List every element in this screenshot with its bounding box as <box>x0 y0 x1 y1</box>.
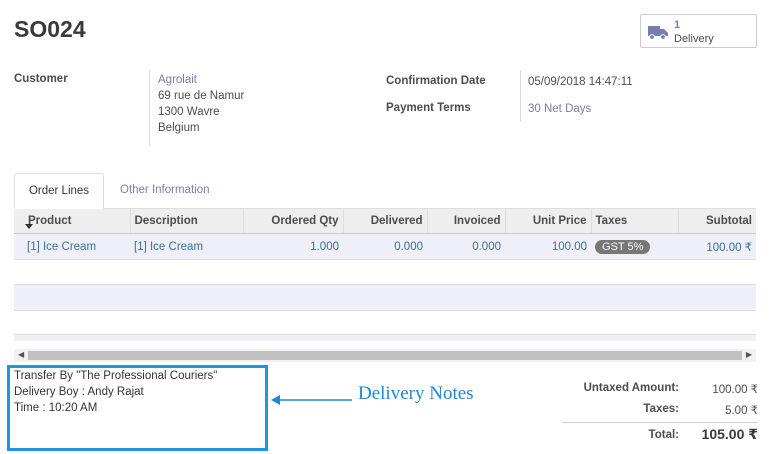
column-header-unit-price[interactable]: Unit Price <box>504 209 591 234</box>
payment-terms-link[interactable]: 30 Net Days <box>528 103 591 115</box>
address-line: 1300 Wavre <box>158 106 220 118</box>
cell-delivered[interactable]: 0.000 <box>343 233 427 259</box>
horizontal-scrollbar[interactable]: ◀ ▶ <box>14 349 756 362</box>
table-header-row: Product Description Ordered Qty Delivere… <box>14 209 756 234</box>
row-divider <box>14 259 756 260</box>
cell-description[interactable]: [1] Ice Cream <box>130 233 243 259</box>
column-header-ordered-qty[interactable]: Ordered Qty <box>242 209 343 234</box>
confirmation-date-label: Confirmation Date <box>386 75 486 87</box>
page-title: SO024 <box>14 16 86 42</box>
untaxed-amount-value: 100.00 ₹ <box>712 384 758 396</box>
tab-order-lines[interactable]: Order Lines <box>14 173 104 209</box>
annotation-label: Delivery Notes <box>358 383 474 404</box>
cell-ordered-qty[interactable]: 1.000 <box>243 233 343 259</box>
tab-label: Order Lines <box>28 185 90 197</box>
customer-name-link[interactable]: Agrolait <box>158 72 244 88</box>
customer-address: Agrolait 69 rue de Namur 1300 Wavre Belg… <box>158 72 244 136</box>
customer-label: Customer <box>14 73 68 85</box>
cell-unit-price[interactable]: 100.00 <box>505 233 591 259</box>
scrollbar-thumb[interactable] <box>28 351 742 360</box>
column-header-label: Product <box>28 215 72 227</box>
total-label: Total: <box>648 429 679 441</box>
arrow-left-icon <box>271 395 352 405</box>
field-divider <box>520 70 521 122</box>
cell-taxes[interactable]: GST 5% <box>591 233 678 259</box>
caret-down-icon <box>25 224 33 229</box>
untaxed-amount-label: Untaxed Amount: <box>583 382 679 394</box>
empty-row <box>14 284 756 311</box>
table-row[interactable]: [1] Ice Cream [1] Ice Cream 1.000 0.000 … <box>14 233 756 259</box>
taxes-label: Taxes: <box>643 403 679 415</box>
field-divider <box>149 70 150 146</box>
empty-row <box>14 334 756 341</box>
arrow-left-icon[interactable]: ◀ <box>18 350 24 359</box>
tab-other-information[interactable]: Other Information <box>120 184 209 196</box>
order-lines-table: Product Description Ordered Qty Delivere… <box>14 209 756 259</box>
cell-product[interactable]: [1] Ice Cream <box>14 233 130 259</box>
column-header-subtotal[interactable]: Subtotal <box>677 209 756 234</box>
address-line: Belgium <box>158 122 200 134</box>
highlight-box <box>7 365 268 451</box>
column-header-product[interactable]: Product <box>14 209 130 234</box>
truck-icon <box>648 26 668 40</box>
cell-subtotal[interactable]: 100.00 ₹ <box>678 233 756 259</box>
arrow-right-icon[interactable]: ▶ <box>746 350 752 359</box>
confirmation-date-value: 05/09/2018 14:47:11 <box>528 76 633 88</box>
total-value: 105.00 ₹ <box>701 426 758 442</box>
delivery-label: Delivery <box>674 33 714 45</box>
payment-terms-label: Payment Terms <box>386 102 471 114</box>
tax-badge: GST 5% <box>595 239 651 254</box>
taxes-value: 5.00 ₹ <box>725 405 758 417</box>
cell-invoiced[interactable]: 0.000 <box>427 233 505 259</box>
totals-divider <box>562 422 758 423</box>
column-header-taxes[interactable]: Taxes <box>590 209 678 234</box>
column-header-invoiced[interactable]: Invoiced <box>426 209 505 234</box>
delivery-smart-button[interactable]: 1 Delivery <box>640 14 757 48</box>
column-header-description[interactable]: Description <box>129 209 243 234</box>
column-header-delivered[interactable]: Delivered <box>342 209 427 234</box>
address-line: 69 rue de Namur <box>158 90 245 102</box>
delivery-count: 1 <box>674 19 681 31</box>
